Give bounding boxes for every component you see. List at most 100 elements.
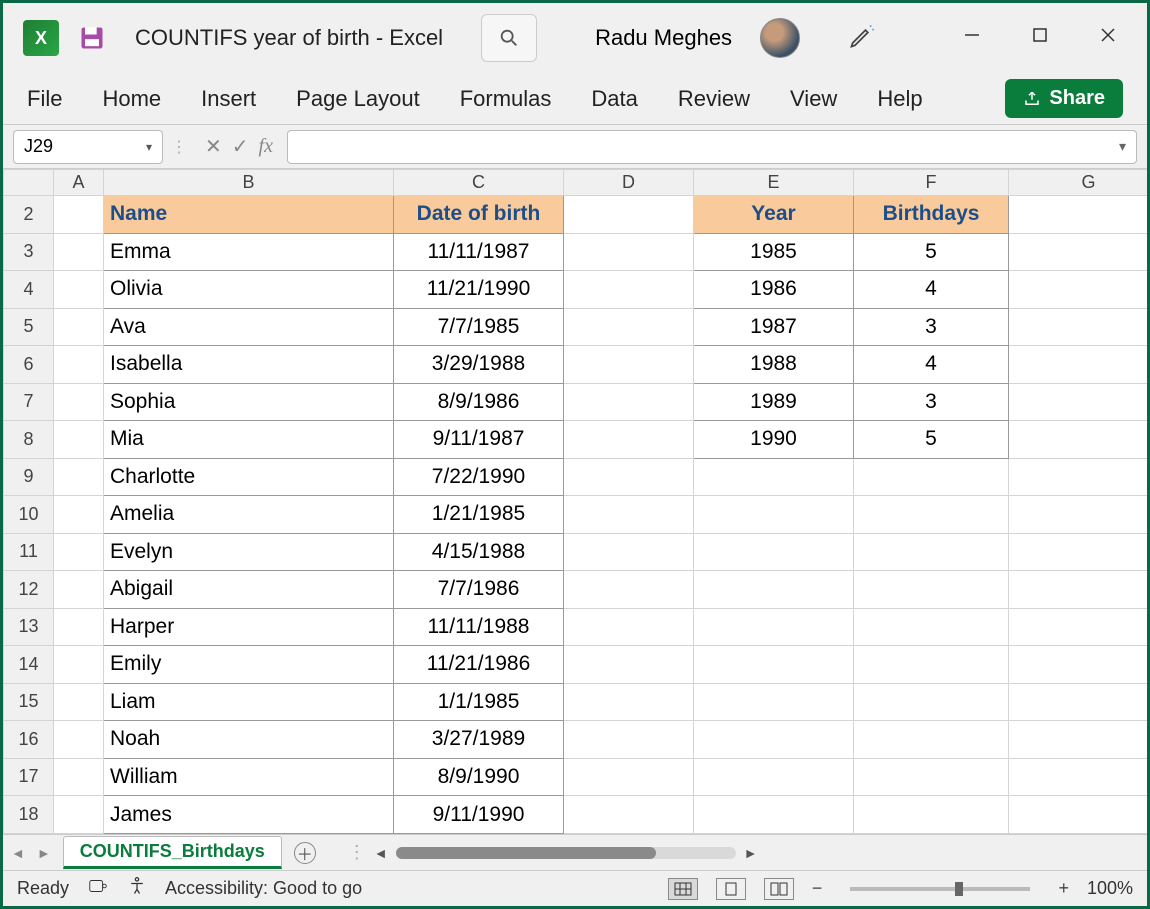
- cell-C17[interactable]: 8/9/1990: [394, 758, 564, 796]
- cell-F9[interactable]: [854, 458, 1009, 496]
- cell-A18[interactable]: [54, 796, 104, 834]
- cell-A10[interactable]: [54, 496, 104, 534]
- cell-C5[interactable]: 7/7/1985: [394, 308, 564, 346]
- cell-B15[interactable]: Liam: [104, 683, 394, 721]
- cell-A13[interactable]: [54, 608, 104, 646]
- add-sheet-button[interactable]: ＋: [294, 842, 316, 864]
- name-box[interactable]: J29 ▾: [13, 130, 163, 164]
- cell-D5[interactable]: [564, 308, 694, 346]
- cell-G17[interactable]: [1009, 758, 1148, 796]
- cell-E9[interactable]: [694, 458, 854, 496]
- cell-A17[interactable]: [54, 758, 104, 796]
- zoom-slider[interactable]: [850, 887, 1030, 891]
- cell-D10[interactable]: [564, 496, 694, 534]
- cell-A6[interactable]: [54, 346, 104, 384]
- cell-D6[interactable]: [564, 346, 694, 384]
- cell-G7[interactable]: [1009, 383, 1148, 421]
- maximize-button[interactable]: [1031, 26, 1049, 50]
- row-header[interactable]: 18: [4, 796, 54, 834]
- save-icon[interactable]: [77, 23, 107, 53]
- cell-A12[interactable]: [54, 571, 104, 609]
- cell-D15[interactable]: [564, 683, 694, 721]
- cell-E17[interactable]: [694, 758, 854, 796]
- tab-data[interactable]: Data: [591, 86, 637, 112]
- cell-F4[interactable]: 4: [854, 271, 1009, 309]
- row-header[interactable]: 14: [4, 646, 54, 684]
- row-header[interactable]: 17: [4, 758, 54, 796]
- view-normal-icon[interactable]: [668, 878, 698, 900]
- cell-F17[interactable]: [854, 758, 1009, 796]
- scroll-right-arrow-icon[interactable]: ►: [744, 845, 758, 861]
- cell-A4[interactable]: [54, 271, 104, 309]
- cell-B9[interactable]: Charlotte: [104, 458, 394, 496]
- cell-B6[interactable]: Isabella: [104, 346, 394, 384]
- cell-A16[interactable]: [54, 721, 104, 759]
- row-header[interactable]: 8: [4, 421, 54, 459]
- cell-A14[interactable]: [54, 646, 104, 684]
- row-header[interactable]: 2: [4, 196, 54, 234]
- cell-E11[interactable]: [694, 533, 854, 571]
- cell-E3[interactable]: 1985: [694, 233, 854, 271]
- cell-C6[interactable]: 3/29/1988: [394, 346, 564, 384]
- tab-file[interactable]: File: [27, 86, 62, 112]
- cell-B3[interactable]: Emma: [104, 233, 394, 271]
- cell-B2[interactable]: Name: [104, 196, 394, 234]
- cell-D7[interactable]: [564, 383, 694, 421]
- col-header-C[interactable]: C: [394, 170, 564, 196]
- cell-A5[interactable]: [54, 308, 104, 346]
- cell-G10[interactable]: [1009, 496, 1148, 534]
- cell-F13[interactable]: [854, 608, 1009, 646]
- cell-G4[interactable]: [1009, 271, 1148, 309]
- col-header-F[interactable]: F: [854, 170, 1009, 196]
- cell-G16[interactable]: [1009, 721, 1148, 759]
- cell-A7[interactable]: [54, 383, 104, 421]
- cell-E16[interactable]: [694, 721, 854, 759]
- cell-G15[interactable]: [1009, 683, 1148, 721]
- cell-D17[interactable]: [564, 758, 694, 796]
- zoom-slider-knob[interactable]: [955, 882, 963, 896]
- cell-C2[interactable]: Date of birth: [394, 196, 564, 234]
- cell-B11[interactable]: Evelyn: [104, 533, 394, 571]
- cell-E18[interactable]: [694, 796, 854, 834]
- cell-E13[interactable]: [694, 608, 854, 646]
- spreadsheet-grid[interactable]: A B C D E F G 2NameDate of birthYearBirt…: [3, 169, 1147, 834]
- cell-F16[interactable]: [854, 721, 1009, 759]
- cell-C16[interactable]: 3/27/1989: [394, 721, 564, 759]
- row-header[interactable]: 4: [4, 271, 54, 309]
- cell-C11[interactable]: 4/15/1988: [394, 533, 564, 571]
- row-header[interactable]: 15: [4, 683, 54, 721]
- macro-record-icon[interactable]: [87, 875, 109, 902]
- tab-page-layout[interactable]: Page Layout: [296, 86, 420, 112]
- cell-B7[interactable]: Sophia: [104, 383, 394, 421]
- cell-C18[interactable]: 9/11/1990: [394, 796, 564, 834]
- row-header[interactable]: 13: [4, 608, 54, 646]
- cell-B13[interactable]: Harper: [104, 608, 394, 646]
- cell-A3[interactable]: [54, 233, 104, 271]
- cell-D13[interactable]: [564, 608, 694, 646]
- cell-C10[interactable]: 1/21/1985: [394, 496, 564, 534]
- horizontal-scrollbar[interactable]: ⋮ ◄ ►: [348, 842, 1139, 863]
- cell-G9[interactable]: [1009, 458, 1148, 496]
- formula-bar-input[interactable]: ▾: [287, 130, 1137, 164]
- cell-D12[interactable]: [564, 571, 694, 609]
- row-header[interactable]: 7: [4, 383, 54, 421]
- cell-G3[interactable]: [1009, 233, 1148, 271]
- cell-F8[interactable]: 5: [854, 421, 1009, 459]
- row-header[interactable]: 9: [4, 458, 54, 496]
- col-header-D[interactable]: D: [564, 170, 694, 196]
- row-header[interactable]: 16: [4, 721, 54, 759]
- cell-A15[interactable]: [54, 683, 104, 721]
- cell-B12[interactable]: Abigail: [104, 571, 394, 609]
- cell-B17[interactable]: William: [104, 758, 394, 796]
- expand-formula-icon[interactable]: ▾: [1119, 138, 1126, 155]
- sheet-nav-next-icon[interactable]: ►: [37, 845, 51, 861]
- cell-G8[interactable]: [1009, 421, 1148, 459]
- row-header[interactable]: 5: [4, 308, 54, 346]
- cell-C15[interactable]: 1/1/1985: [394, 683, 564, 721]
- tab-formulas[interactable]: Formulas: [460, 86, 552, 112]
- cell-F11[interactable]: [854, 533, 1009, 571]
- cell-B14[interactable]: Emily: [104, 646, 394, 684]
- cell-F15[interactable]: [854, 683, 1009, 721]
- cell-G14[interactable]: [1009, 646, 1148, 684]
- cell-G18[interactable]: [1009, 796, 1148, 834]
